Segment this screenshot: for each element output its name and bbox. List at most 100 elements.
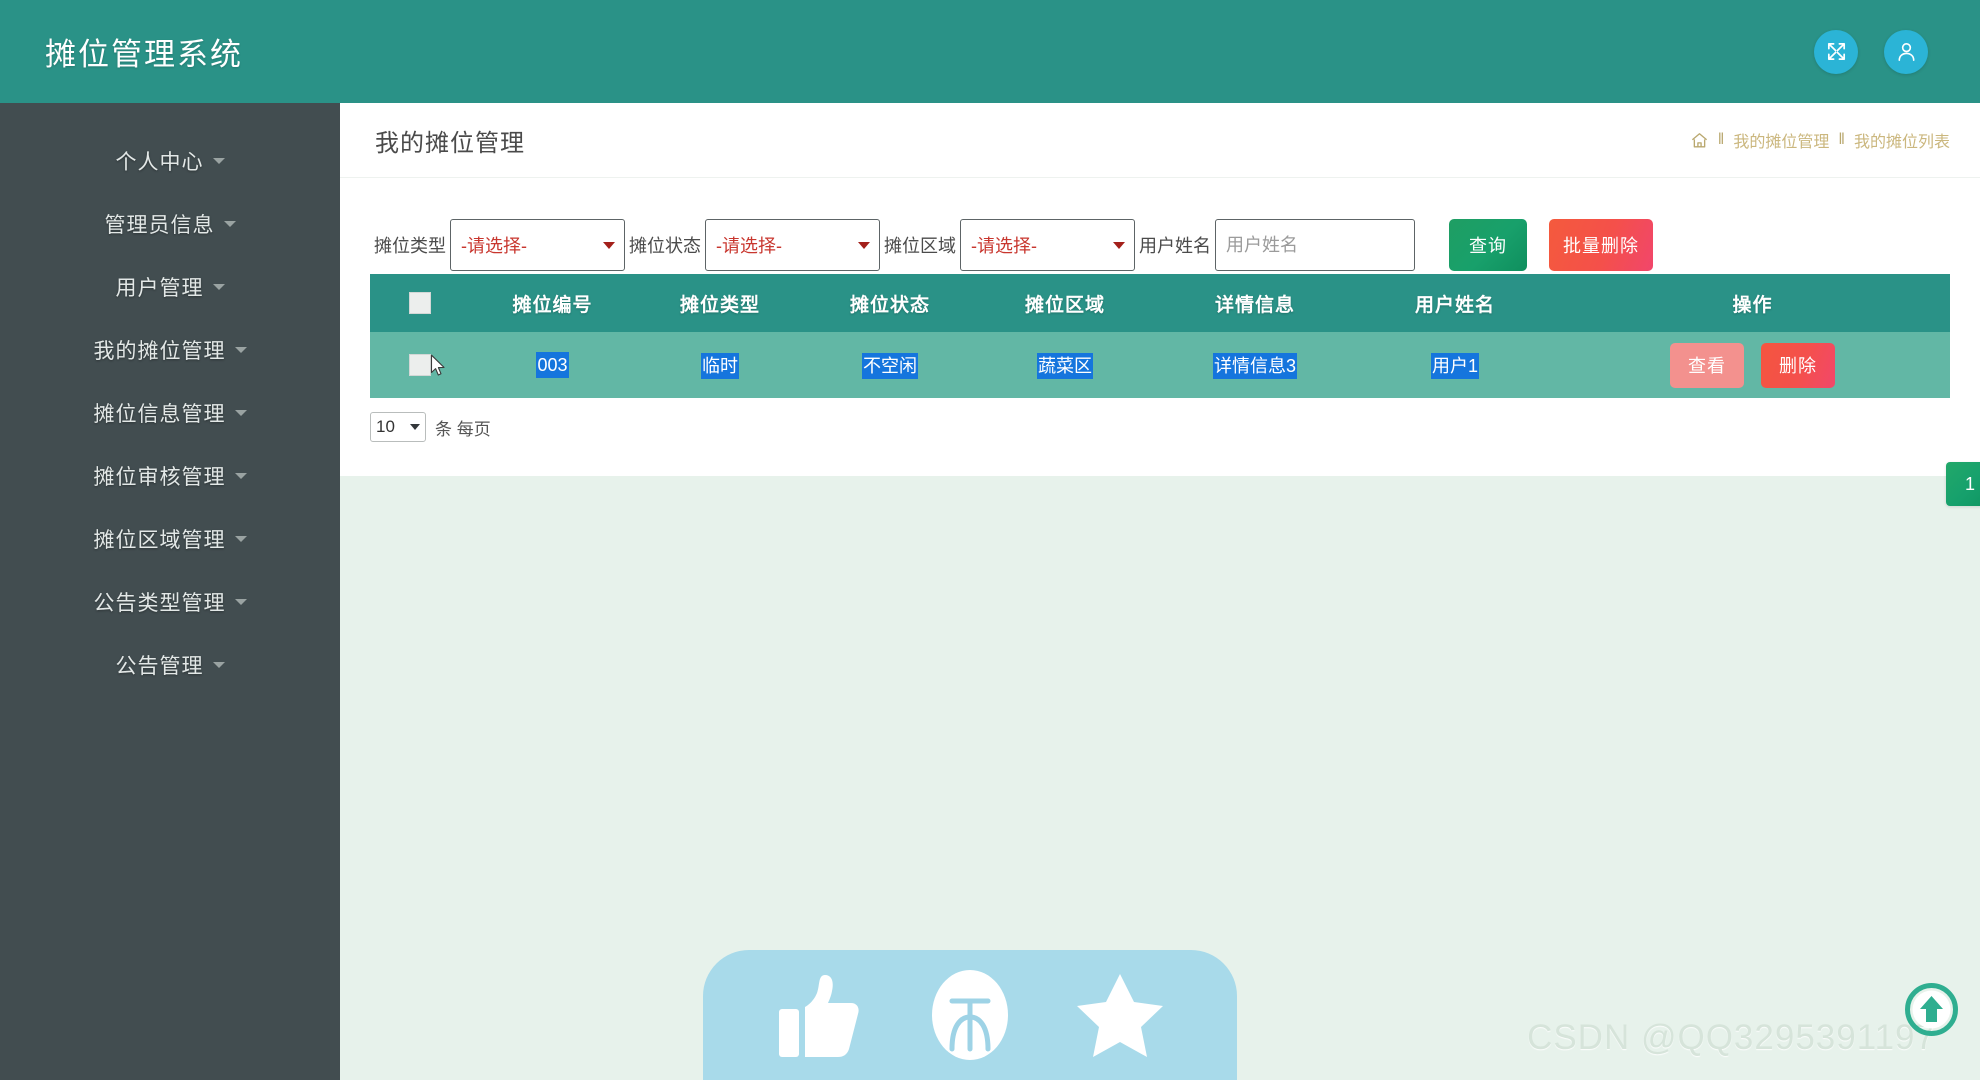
breadcrumb-separator: ‖ <box>1717 131 1725 148</box>
panel-body: 摊位类型 -请选择- 摊位状态 -请选择- 摊位区域 -请选择- 用户姓名 用户… <box>340 178 1980 506</box>
col-booth-status: 摊位状态 <box>805 274 975 332</box>
watermark-text: CSDN @QQ3295391197 <box>1527 1018 1936 1057</box>
user-name-input[interactable] <box>1215 219 1415 271</box>
cell-booth-status: 不空闲 <box>805 332 975 398</box>
table-body: 003 临时 不空闲 蔬菜区 详情信息3 用户1 查看 删除 <box>370 332 1950 398</box>
search-button[interactable]: 查询 <box>1449 219 1527 271</box>
csdn-circle-icon[interactable] <box>930 967 1010 1063</box>
booth-area-value: 蔬菜区 <box>1037 353 1093 379</box>
fullscreen-icon[interactable] <box>1814 29 1858 74</box>
chevron-down-icon <box>234 598 247 605</box>
chevron-down-icon <box>234 535 247 542</box>
main-content: 我的摊位管理 ‖ 我的摊位管理 ‖ 我的摊位列表 摊位类型 -请选择- 摊位状态… <box>340 103 1980 1080</box>
chevron-down-icon <box>234 346 247 353</box>
sidebar-item-user-management[interactable]: 用户管理 <box>0 255 340 318</box>
chevron-down-icon <box>858 242 870 249</box>
detail-value: 详情信息3 <box>1212 353 1297 379</box>
float-action-bar <box>703 950 1237 1080</box>
booth-status-select[interactable]: -请选择- <box>705 219 880 271</box>
sidebar-nav: 个人中心 管理员信息 用户管理 我的摊位管理 摊位信息管理 摊位审核管理 摊位区… <box>0 103 340 1080</box>
cell-operations: 查看 删除 <box>1555 332 1950 398</box>
booth-area-select[interactable]: -请选择- <box>960 219 1135 271</box>
booth-status-value: 不空闲 <box>862 353 918 379</box>
delete-button[interactable]: 删除 <box>1761 342 1835 388</box>
table-row: 003 临时 不空闲 蔬菜区 详情信息3 用户1 查看 删除 <box>370 332 1950 398</box>
per-page-select[interactable]: 10 <box>370 412 426 442</box>
sidebar-item-notice-management[interactable]: 公告管理 <box>0 633 340 696</box>
breadcrumb: ‖ 我的摊位管理 ‖ 我的摊位列表 <box>1690 128 1950 152</box>
chevron-down-icon <box>234 409 247 416</box>
col-booth-no: 摊位编号 <box>470 274 635 332</box>
sidebar-item-label: 摊位信息管理 <box>93 402 226 426</box>
breadcrumb-item-my-booth-management[interactable]: 我的摊位管理 <box>1733 128 1829 152</box>
breadcrumb-item-my-booth-list[interactable]: 我的摊位列表 <box>1854 128 1950 152</box>
table-header: 摊位编号 摊位类型 摊位状态 摊位区域 详情信息 用户姓名 操作 <box>370 274 1950 332</box>
chevron-down-icon <box>234 472 247 479</box>
chevron-down-icon <box>212 157 225 164</box>
chevron-down-icon <box>410 424 420 430</box>
table-header-row: 摊位编号 摊位类型 摊位状态 摊位区域 详情信息 用户姓名 操作 <box>370 274 1950 332</box>
per-page-suffix: 条 每页 <box>435 419 491 439</box>
chevron-down-icon <box>603 242 615 249</box>
panel-header: 我的摊位管理 ‖ 我的摊位管理 ‖ 我的摊位列表 <box>340 103 1980 178</box>
chevron-down-icon <box>223 220 236 227</box>
booth-status-label: 摊位状态 <box>629 236 701 256</box>
app-root: 摊位管理系统 个人中心 管理员信息 用户管理 我的摊位管理 摊位信息管理 摊位审… <box>0 0 1980 1080</box>
booth-no-value: 003 <box>536 351 569 378</box>
chevron-down-icon <box>1113 242 1125 249</box>
mouse-cursor-icon <box>430 354 447 383</box>
sidebar-item-booth-info-management[interactable]: 摊位信息管理 <box>0 381 340 444</box>
sidebar-item-notice-type-management[interactable]: 公告类型管理 <box>0 570 340 633</box>
user-name-label: 用户姓名 <box>1139 236 1211 256</box>
page-number-button[interactable]: 1 <box>1946 462 1980 506</box>
page-title: 我的摊位管理 <box>375 129 525 157</box>
top-header-bar: 摊位管理系统 <box>0 0 1980 103</box>
sidebar-item-label: 个人中心 <box>115 150 204 174</box>
scroll-to-top-icon[interactable] <box>1905 983 1958 1036</box>
sidebar-item-booth-area-management[interactable]: 摊位区域管理 <box>0 507 340 570</box>
app-title: 摊位管理系统 <box>45 37 243 72</box>
chevron-down-icon <box>212 283 225 290</box>
booth-area-label: 摊位区域 <box>884 236 956 256</box>
sidebar-item-label: 管理员信息 <box>104 213 215 237</box>
col-detail: 详情信息 <box>1155 274 1355 332</box>
star-icon[interactable] <box>1077 971 1164 1059</box>
pagination-bar: 10 条 每页 1 <box>370 404 1980 506</box>
per-page-value: 10 <box>376 417 395 436</box>
row-select-cell <box>370 332 470 398</box>
cell-user-name: 用户1 <box>1355 332 1555 398</box>
booth-area-value: -请选择- <box>971 236 1037 256</box>
row-checkbox[interactable] <box>409 354 431 377</box>
sidebar-item-label: 用户管理 <box>115 276 204 300</box>
sidebar-item-personal-center[interactable]: 个人中心 <box>0 129 340 192</box>
batch-delete-button[interactable]: 批量删除 <box>1549 219 1653 271</box>
sidebar-item-my-booth-management[interactable]: 我的摊位管理 <box>0 318 340 381</box>
col-booth-area: 摊位区域 <box>975 274 1155 332</box>
col-booth-type: 摊位类型 <box>635 274 805 332</box>
cell-booth-type: 临时 <box>635 332 805 398</box>
sidebar-item-booth-audit-management[interactable]: 摊位审核管理 <box>0 444 340 507</box>
select-all-header <box>370 274 470 332</box>
home-icon[interactable] <box>1690 131 1709 150</box>
sidebar-item-label: 摊位区域管理 <box>93 528 226 552</box>
cell-booth-area: 蔬菜区 <box>975 332 1155 398</box>
booth-table: 摊位编号 摊位类型 摊位状态 摊位区域 详情信息 用户姓名 操作 003 临时 … <box>370 274 1950 398</box>
sidebar-item-admin-info[interactable]: 管理员信息 <box>0 192 340 255</box>
booth-type-select[interactable]: -请选择- <box>450 219 625 271</box>
breadcrumb-separator: ‖ <box>1838 131 1845 148</box>
thumbs-up-icon[interactable] <box>777 969 863 1061</box>
booth-type-value: -请选择- <box>461 236 527 256</box>
booth-type-label: 摊位类型 <box>374 236 446 256</box>
view-button[interactable]: 查看 <box>1669 342 1744 388</box>
sidebar-item-label: 公告类型管理 <box>93 591 226 615</box>
filter-bar: 摊位类型 -请选择- 摊位状态 -请选择- 摊位区域 -请选择- 用户姓名 用户… <box>370 178 1950 274</box>
user-name-value: 用户1 <box>1430 353 1479 379</box>
booth-type-value: 临时 <box>701 353 739 379</box>
user-icon[interactable] <box>1884 29 1928 74</box>
booth-status-value: -请选择- <box>716 236 782 256</box>
sidebar-item-label: 我的摊位管理 <box>93 339 226 363</box>
cell-booth-no: 003 <box>470 332 635 398</box>
sidebar-item-label: 公告管理 <box>115 654 204 678</box>
select-all-checkbox[interactable] <box>409 291 431 314</box>
cell-detail: 详情信息3 <box>1155 332 1355 398</box>
